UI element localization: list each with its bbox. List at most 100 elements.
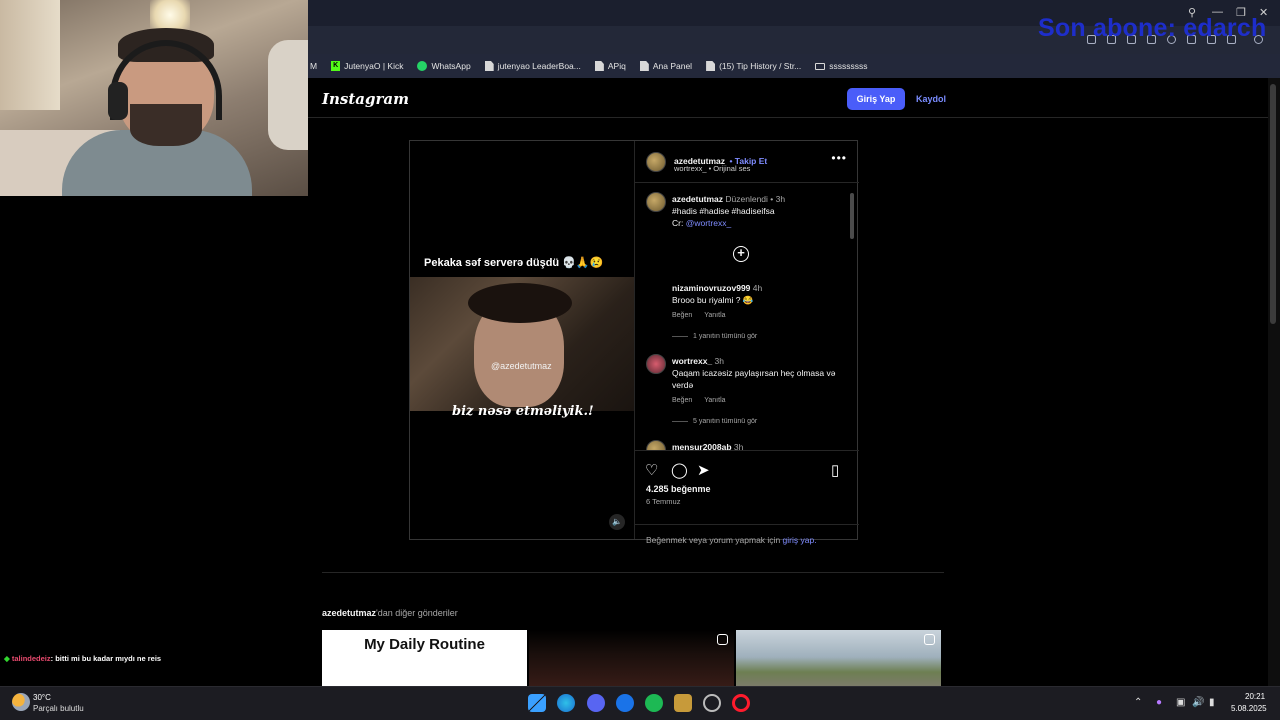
document-icon [594, 61, 604, 71]
document-icon [639, 61, 649, 71]
view-replies-link[interactable]: 5 yanıtın tümünü gör [693, 418, 757, 425]
reel-icon [717, 634, 728, 645]
post-thumbnail[interactable] [736, 630, 941, 686]
comment-item: mensur2008ab 3h [672, 441, 842, 450]
post-thumbnail[interactable] [529, 630, 734, 686]
signup-link[interactable]: Kaydol [916, 88, 946, 110]
more-posts-author[interactable]: azedetutmaz [322, 608, 376, 618]
load-more-comments-icon[interactable]: + [733, 246, 749, 262]
view-replies-link[interactable]: 1 yanıtın tümünü gör [693, 333, 757, 340]
bookmark-item[interactable]: Ana Panel [639, 61, 692, 71]
bookmark-item[interactable]: sssssssss [815, 61, 868, 71]
video-subtitle: biz nəsə etməliyik.! [452, 404, 594, 419]
likes-count[interactable]: 4.285 beğenme [646, 484, 711, 494]
bookmark-item[interactable]: APiq [594, 61, 626, 71]
bookmark-label: APiq [607, 61, 626, 71]
page-scrollbar-thumb[interactable] [1270, 84, 1276, 324]
more-posts-heading: azedetutmaz'dan diğer gönderiler [322, 608, 458, 618]
avatar[interactable] [646, 152, 666, 172]
caption-time: • 3h [770, 194, 786, 204]
post-date: 6 Temmuz [646, 497, 681, 506]
caption-hashtags[interactable]: #hadis #hadise #hadiseifsa [672, 205, 847, 217]
comment-time: 4h [752, 283, 763, 293]
chat-text: : bitti mi bu kadar mıydı ne reis [50, 654, 162, 663]
network-icon[interactable]: ▣ [1176, 697, 1185, 708]
opera-icon[interactable] [732, 694, 750, 712]
comments-scrollbar[interactable] [849, 185, 855, 449]
chat-badge-icon: ◆ [4, 654, 10, 663]
like-comment-button[interactable]: Beğen [672, 397, 692, 404]
section-divider [322, 572, 944, 573]
reel-icon [924, 634, 935, 645]
comment-username[interactable]: nizaminovruzov999 [672, 283, 750, 293]
reply-button[interactable]: Yanıtla [704, 397, 725, 404]
post-side-panel: azedetutmaz • Takip Et wortrexx_ • Oriji… [634, 141, 859, 545]
volume-icon[interactable]: 🔈 [609, 514, 625, 530]
post-actions: ♡ ◯ ➤ ▯ 4.285 beğenme 6 Temmuz Beğenmek … [635, 450, 859, 545]
login-prompt-link[interactable]: giriş yap. [783, 535, 817, 545]
share-icon[interactable]: ➤ [697, 461, 710, 479]
bookmarks-bar: M K JutenyaO | Kick WhatsApp jutenyao Lea… [308, 54, 1280, 78]
windows-taskbar: 30°C Parçalı bulutlu ⌃ ● ▣ 🔊 ▮ 20:21 5.0… [0, 686, 1280, 720]
post-modal: Pekaka səf serverə düşdü 💀🙏😢 @azedetutma… [409, 140, 859, 545]
bookmark-label: WhatsApp [431, 61, 471, 71]
bookmark-item[interactable]: M [310, 61, 317, 71]
bookmark-label: jutenyao LeaderBoa... [497, 61, 581, 71]
start-icon[interactable] [528, 694, 546, 712]
like-icon[interactable]: ♡ [645, 461, 658, 479]
bookmark-label: (15) Tip History / Str... [719, 61, 802, 71]
weather-icon[interactable] [12, 693, 30, 711]
bookmark-item[interactable]: WhatsApp [417, 61, 471, 71]
webcam-overlay [0, 0, 308, 196]
obs-icon[interactable] [703, 694, 721, 712]
comment-username[interactable]: wortrexx_ [672, 356, 712, 366]
weather-description[interactable]: Parçalı bulutlu [33, 704, 84, 713]
post-header: azedetutmaz • Takip Et wortrexx_ • Oriji… [635, 141, 859, 183]
credit-prefix: Cr: [672, 218, 684, 228]
chevron-up-icon[interactable]: ⌃ [1134, 697, 1142, 708]
spotify-icon[interactable] [645, 694, 663, 712]
caption-username[interactable]: azedetutmaz [672, 194, 723, 204]
microphone-icon[interactable]: ● [1156, 697, 1162, 708]
post-thumbnail[interactable]: My Daily Routine [322, 630, 527, 686]
clock-date[interactable]: 5.08.2025 [1231, 704, 1267, 713]
document-icon [706, 61, 716, 71]
game-icon[interactable] [674, 694, 692, 712]
edge-icon[interactable] [557, 694, 575, 712]
comment-icon[interactable]: ◯ [671, 461, 688, 479]
login-button[interactable]: Giriş Yap [847, 88, 905, 110]
video-frame [410, 277, 634, 411]
clock-time[interactable]: 20:21 [1245, 692, 1265, 701]
avatar[interactable] [646, 440, 666, 450]
battery-icon[interactable]: ▮ [1209, 697, 1215, 708]
bookmark-icon[interactable]: ▯ [831, 461, 839, 479]
volume-icon[interactable]: 🔊 [1192, 697, 1204, 708]
bookmark-item[interactable]: (15) Tip History / Str... [706, 61, 801, 71]
kick-icon: K [331, 61, 341, 71]
avatar[interactable] [646, 192, 666, 212]
instagram-page: Instagram Giriş Yap Kaydol Pekaka səf se… [308, 78, 1268, 686]
more-posts-suffix: 'dan diğer gönderiler [376, 608, 458, 618]
comment-username[interactable]: mensur2008ab [672, 442, 732, 450]
like-comment-button[interactable]: Beğen [672, 312, 692, 319]
credit-handle[interactable]: @wortrexx_ [686, 218, 731, 228]
avatar[interactable] [646, 354, 666, 374]
comment-text: Brooo bu riyalmi ? 😂 [672, 295, 754, 305]
bookmark-item[interactable]: K JutenyaO | Kick [331, 61, 403, 71]
folder-icon [815, 62, 826, 70]
instagram-logo[interactable]: Instagram [322, 90, 409, 108]
chat-username: talindedeiz [11, 654, 51, 663]
weather-temperature[interactable]: 30°C [33, 693, 51, 702]
discord-icon[interactable] [587, 694, 605, 712]
comment-time: 3h [714, 356, 725, 366]
reel-video[interactable]: Pekaka səf serverə düşdü 💀🙏😢 @azedetutma… [410, 141, 634, 539]
stream-overlay-text: Son abone: edarch [1038, 14, 1267, 42]
bookmark-item[interactable]: jutenyao LeaderBoa... [484, 61, 581, 71]
audio-label[interactable]: wortrexx_ • Orijinal ses [674, 164, 750, 173]
reply-button[interactable]: Yanıtla [704, 312, 725, 319]
instagram-header: Instagram Giriş Yap Kaydol [308, 78, 1268, 118]
browser-icon[interactable] [616, 694, 634, 712]
bookmark-label: M [310, 61, 318, 71]
more-options-icon[interactable]: ••• [831, 151, 847, 165]
comment-item: nizaminovruzov999 4h Brooo bu riyalmi ? … [672, 282, 847, 340]
